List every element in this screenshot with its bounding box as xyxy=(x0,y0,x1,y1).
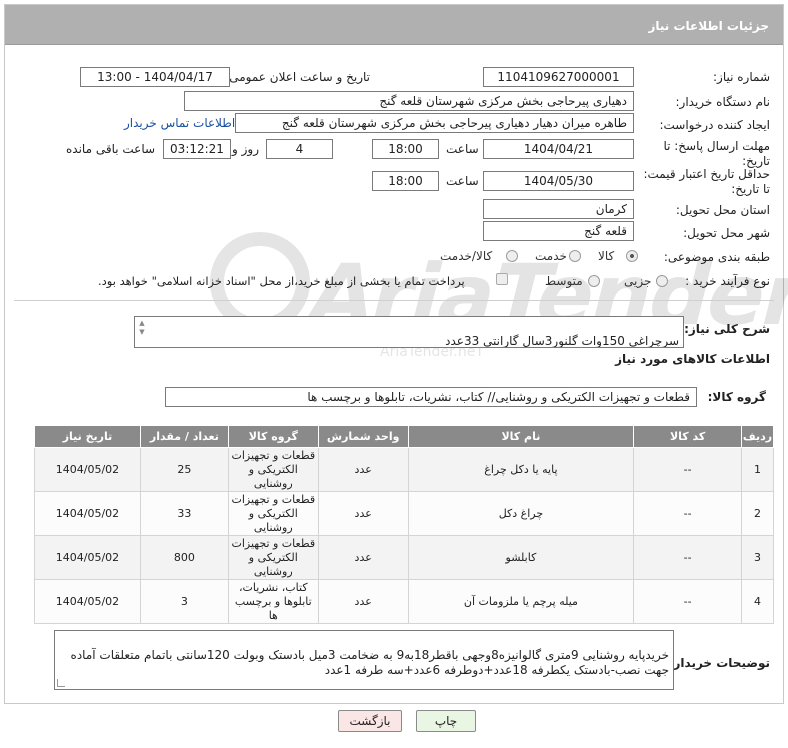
category-radio-service[interactable] xyxy=(569,250,581,262)
table-row: 4 -- میله پرچم یا ملزومات آن عدد کتاب، ن… xyxy=(34,579,774,624)
cell-code: -- xyxy=(633,535,743,580)
cell-row: 4 xyxy=(741,579,774,624)
province-label: استان محل تحویل: xyxy=(675,203,770,217)
cell-name: کابلشو xyxy=(407,535,635,580)
resize-grip-icon[interactable] xyxy=(57,679,65,687)
need-number-field: 1104109627000001 xyxy=(483,67,634,87)
cell-name: میله پرچم یا ملزومات آن xyxy=(407,579,635,624)
cell-unit: عدد xyxy=(317,535,409,580)
process-radio-medium-label: متوسط xyxy=(545,274,583,288)
cell-group: قطعات و تجهیزات الکتریکی و روشنایی xyxy=(227,447,319,492)
goods-group-label: گروه کالا: xyxy=(707,390,766,404)
category-radio-goods-service[interactable] xyxy=(506,250,518,262)
price-time-label: ساعت xyxy=(446,174,479,188)
col-date: تاریخ نیاز xyxy=(34,425,141,448)
back-button[interactable]: بازگشت xyxy=(338,710,402,732)
buyer-notes-text: خریدپایه روشنایی 9متری گالوانیزه8وجهی با… xyxy=(70,648,669,677)
table-row: 3 -- کابلشو عدد قطعات و تجهیزات الکتریکی… xyxy=(34,535,774,580)
cell-date: 1404/05/02 xyxy=(34,491,141,536)
creator-field: طاهره میران دهیار دهیاری پیرحاجی بخش مرک… xyxy=(235,113,634,133)
cell-date: 1404/05/02 xyxy=(34,447,141,492)
province-field: کرمان xyxy=(483,199,634,219)
process-label: نوع فرآیند خرید : xyxy=(685,274,770,288)
goods-group-field: قطعات و تجهیزات الکتریکی و روشنایی// کتا… xyxy=(165,387,697,407)
summary-textarea[interactable]: سرچراغی 150وات گلنور3سال گارانتی 33عدد ک… xyxy=(134,316,684,348)
cell-code: -- xyxy=(633,447,743,492)
summary-text: سرچراغی 150وات گلنور3سال گارانتی 33عدد ک… xyxy=(445,334,679,348)
cell-date: 1404/05/02 xyxy=(34,579,141,624)
cell-code: -- xyxy=(633,579,743,624)
category-label: طبقه بندی موضوعی: xyxy=(663,250,770,264)
col-qty: تعداد / مقدار xyxy=(139,425,229,448)
remaining-label: ساعت باقی مانده xyxy=(66,142,156,156)
category-radio-goods-service-label: کالا/خدمت xyxy=(440,249,493,263)
cell-unit: عدد xyxy=(317,579,409,624)
col-group: گروه کالا xyxy=(227,425,319,448)
table-row: 2 -- چراغ دکل عدد قطعات و تجهیزات الکتری… xyxy=(34,491,774,536)
table-header-row: ردیف کد کالا نام کالا واحد شمارش گروه کا… xyxy=(34,425,774,448)
buyer-notes-textarea[interactable]: خریدپایه روشنایی 9متری گالوانیزه8وجهی با… xyxy=(54,630,674,690)
process-radio-minor-label: جزیی xyxy=(624,274,652,288)
summary-label: شرح کلی نیاز: xyxy=(684,322,770,336)
divider xyxy=(14,300,774,301)
cell-row: 1 xyxy=(741,447,774,492)
cell-name: چراغ دکل xyxy=(407,491,635,536)
cell-code: -- xyxy=(633,491,743,536)
col-code: کد کالا xyxy=(633,425,743,448)
treasury-payment-checkbox[interactable] xyxy=(496,273,508,285)
col-unit: واحد شمارش xyxy=(317,425,409,448)
cell-group: کتاب، نشریات، تابلوها و برچسب ها xyxy=(227,579,319,624)
cell-unit: عدد xyxy=(317,491,409,536)
price-validity-label: حداقل تاریخ اعتبار قیمت: تا تاریخ: xyxy=(643,167,770,196)
cell-group: قطعات و تجهیزات الکتریکی و روشنایی xyxy=(227,491,319,536)
reply-deadline-label: مهلت ارسال پاسخ: تا تاریخ: xyxy=(663,139,770,168)
buyer-notes-label: توضیحات خریدار: xyxy=(668,656,770,670)
col-row: ردیف xyxy=(741,425,774,448)
city-field: قلعه گنج xyxy=(483,221,634,241)
cell-qty: 25 xyxy=(139,447,229,492)
reply-time-label: ساعت xyxy=(446,142,479,156)
process-radio-medium[interactable] xyxy=(588,275,600,287)
col-name: نام کالا xyxy=(407,425,635,448)
category-radio-service-label: خدمت xyxy=(535,249,567,263)
category-radio-goods-label: کالا xyxy=(598,249,615,263)
goods-section-title: اطلاعات کالاهای مورد نیاز xyxy=(615,352,770,366)
announce-datetime-label: تاریخ و ساعت اعلان عمومی: xyxy=(225,70,370,84)
creator-label: ایجاد کننده درخواست: xyxy=(659,118,770,132)
cell-row: 3 xyxy=(741,535,774,580)
cell-date: 1404/05/02 xyxy=(34,535,141,580)
city-label: شهر محل تحویل: xyxy=(683,226,770,240)
remaining-days-field: 4 xyxy=(266,139,333,159)
cell-unit: عدد xyxy=(317,447,409,492)
reply-time-field: 18:00 xyxy=(372,139,439,159)
buyer-contact-link[interactable]: اطلاعات تماس خریدار xyxy=(124,116,235,130)
announce-datetime-field: 1404/04/17 - 13:00 xyxy=(80,67,230,87)
print-button[interactable]: چاپ xyxy=(416,710,476,732)
days-label: روز و xyxy=(232,142,259,156)
buyer-org-field: دهیاری پیرحاجی بخش مرکزی شهرستان قلعه گن… xyxy=(184,91,634,111)
reply-date-field: 1404/04/21 xyxy=(483,139,634,159)
price-date-field: 1404/05/30 xyxy=(483,171,634,191)
cell-qty: 33 xyxy=(139,491,229,536)
table-row: 1 -- پایه یا دکل چراغ عدد قطعات و تجهیزا… xyxy=(34,447,774,492)
cell-qty: 800 xyxy=(139,535,229,580)
need-number-label: شماره نیاز: xyxy=(713,70,770,84)
remaining-time-field: 03:12:21 xyxy=(163,139,231,159)
goods-table: ردیف کد کالا نام کالا واحد شمارش گروه کا… xyxy=(34,425,774,624)
cell-row: 2 xyxy=(741,491,774,536)
process-radio-minor[interactable] xyxy=(656,275,668,287)
panel-title: جزئیات اطلاعات نیاز xyxy=(5,5,783,45)
buyer-org-label: نام دستگاه خریدار: xyxy=(675,95,771,109)
cell-qty: 3 xyxy=(139,579,229,624)
scroll-arrows-icon[interactable]: ▲ ▼ xyxy=(137,319,147,337)
cell-group: قطعات و تجهیزات الکتریکی و روشنایی xyxy=(227,535,319,580)
category-radio-goods[interactable] xyxy=(626,250,638,262)
treasury-payment-note: پرداخت تمام یا بخشی از مبلغ خرید،از محل … xyxy=(98,274,465,288)
price-time-field: 18:00 xyxy=(372,171,439,191)
cell-name: پایه یا دکل چراغ xyxy=(407,447,635,492)
